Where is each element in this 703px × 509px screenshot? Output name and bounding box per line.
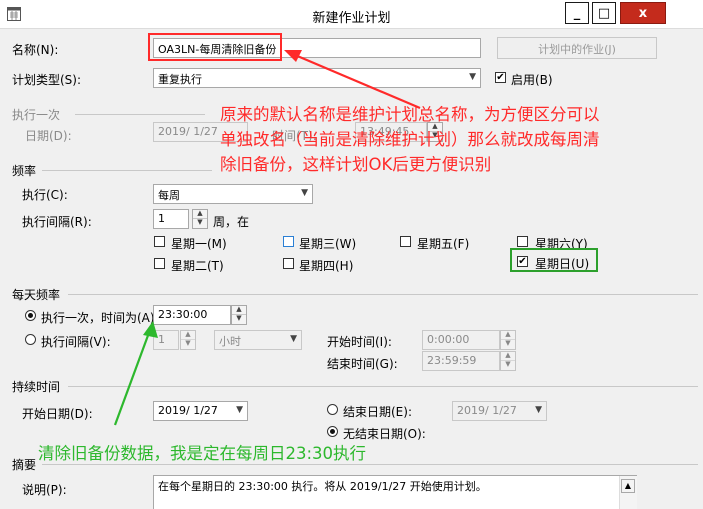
red-annotation-line: 原来的默认名称是维护计划总名称，为方便区分可以: [220, 105, 600, 124]
annotation-arrows: [113, 50, 421, 426]
red-annotation: 原来的默认名称是维护计划总名称，为方便区分可以 单独改名（当前是清除维护计划）那…: [220, 102, 703, 177]
red-annotation-line: 除旧备份，这样计划OK后更方便识别: [220, 155, 492, 174]
green-annotation: 清除旧备份数据，我是定在每周日23:30执行: [38, 444, 367, 463]
red-annotation-line: 单独改名（当前是清除维护计划）那么就改成每周清: [220, 130, 600, 149]
